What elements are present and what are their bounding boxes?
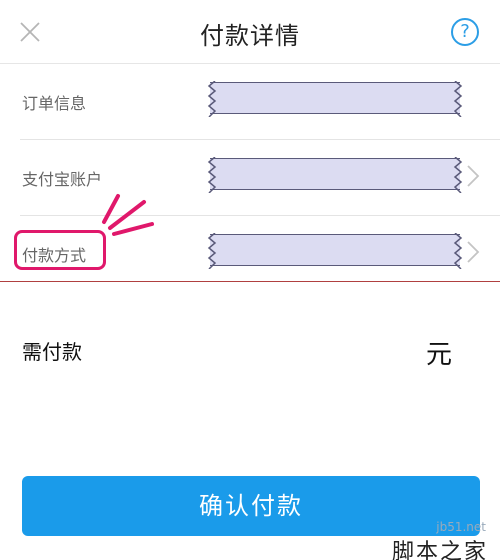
section-divider — [0, 281, 500, 282]
redacted-value — [207, 233, 463, 269]
alipay-account-row[interactable]: 支付宝账户 — [0, 140, 500, 216]
help-icon[interactable]: ? — [451, 18, 479, 46]
header-bar: 付款详情 ? — [0, 0, 500, 64]
amount-label: 需付款 — [22, 340, 82, 364]
watermark-name: 脚本之家 — [391, 540, 488, 560]
zigzag-edge — [207, 81, 217, 117]
watermark-site: jb51.net — [436, 520, 486, 534]
amount-unit: 元 — [425, 340, 452, 370]
zigzag-edge — [207, 157, 217, 193]
zigzag-edge — [453, 81, 463, 117]
zigzag-edge — [453, 233, 463, 269]
redacted-value — [207, 81, 463, 117]
page-title: 付款详情 — [200, 22, 300, 50]
redacted-value — [207, 157, 463, 193]
burst-annotation — [102, 194, 154, 236]
chevron-right-icon[interactable] — [466, 164, 480, 188]
order-info-row: 订单信息 — [0, 64, 500, 140]
order-info-label: 订单信息 — [22, 94, 87, 113]
chevron-right-icon[interactable] — [466, 240, 480, 264]
zigzag-edge — [207, 233, 217, 269]
zigzag-edge — [453, 157, 463, 193]
watermark: jb51.net 脚本之家 — [324, 516, 494, 560]
alipay-account-label: 支付宝账户 — [22, 170, 103, 189]
